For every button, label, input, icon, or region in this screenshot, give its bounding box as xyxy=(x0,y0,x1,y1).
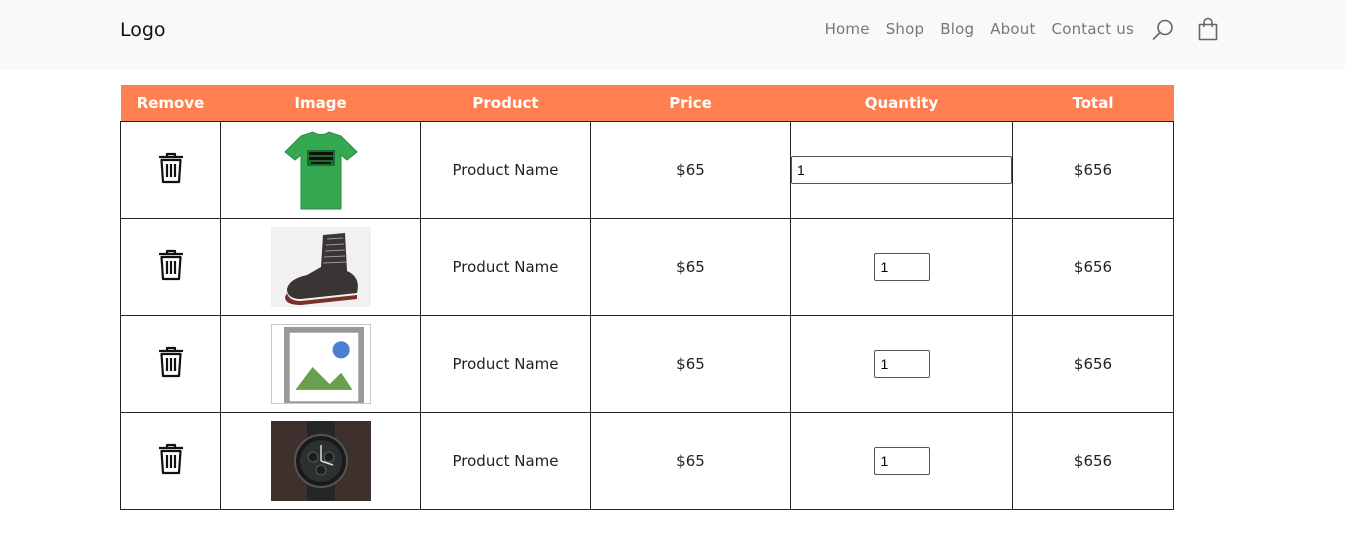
quantity-cell xyxy=(790,120,1013,219)
broken-image[interactable] xyxy=(270,323,371,404)
table-row: Product Name $65 $656 xyxy=(120,217,1174,316)
header-total: Total xyxy=(1012,85,1174,121)
header-product: Product xyxy=(420,85,591,121)
product-name[interactable]: Product Name xyxy=(420,120,591,219)
header-image: Image xyxy=(220,85,421,121)
logo[interactable]: Logo xyxy=(120,19,166,41)
image-cell xyxy=(220,120,421,219)
product-image-green-tshirt[interactable] xyxy=(270,129,371,210)
product-image-wristwatch[interactable] xyxy=(270,420,371,501)
product-name[interactable]: Product Name xyxy=(420,411,591,510)
nav-link-home[interactable]: Home xyxy=(825,20,870,38)
quantity-cell xyxy=(790,217,1013,316)
price: $65 xyxy=(590,411,791,510)
total: $656 xyxy=(1012,120,1174,219)
shopping-bag-icon[interactable] xyxy=(1196,17,1220,41)
trash-icon[interactable] xyxy=(157,249,185,281)
product-image-boot[interactable] xyxy=(270,226,371,307)
table-row: Product Name $65 $656 xyxy=(120,411,1174,510)
trash-icon[interactable] xyxy=(157,443,185,475)
quantity-input[interactable] xyxy=(791,155,1012,184)
image-cell xyxy=(220,217,421,316)
price: $65 xyxy=(590,217,791,316)
remove-cell xyxy=(120,314,221,413)
trash-icon[interactable] xyxy=(157,152,185,184)
nav-link-about[interactable]: About xyxy=(990,20,1035,38)
image-cell xyxy=(220,411,421,510)
navbar: Logo Home Shop Blog About Contact us xyxy=(0,0,1345,70)
total: $656 xyxy=(1012,314,1174,413)
product-name[interactable]: Product Name xyxy=(420,314,591,413)
nav-link-contact[interactable]: Contact us xyxy=(1052,20,1134,38)
remove-cell xyxy=(120,120,221,219)
total: $656 xyxy=(1012,411,1174,510)
image-cell xyxy=(220,314,421,413)
table-row: Product Name $65 $656 xyxy=(120,314,1174,413)
quantity-cell xyxy=(790,314,1013,413)
nav-link-shop[interactable]: Shop xyxy=(886,20,925,38)
table-header-row: Remove Image Product Price Quantity Tota… xyxy=(120,85,1174,121)
price: $65 xyxy=(590,120,791,219)
trash-icon[interactable] xyxy=(157,346,185,378)
quantity-cell xyxy=(790,411,1013,510)
remove-cell xyxy=(120,217,221,316)
total: $656 xyxy=(1012,217,1174,316)
product-name[interactable]: Product Name xyxy=(420,217,591,316)
header-price: Price xyxy=(590,85,791,121)
cart-table: Remove Image Product Price Quantity Tota… xyxy=(120,85,1174,510)
table-row: Product Name $65 $656 xyxy=(120,120,1174,219)
quantity-input[interactable] xyxy=(873,252,930,281)
header-quantity: Quantity xyxy=(790,85,1013,121)
search-icon[interactable] xyxy=(1151,18,1175,42)
broken-image-icon xyxy=(283,326,364,403)
quantity-input[interactable] xyxy=(873,349,930,378)
remove-cell xyxy=(120,411,221,510)
price: $65 xyxy=(590,314,791,413)
quantity-input[interactable] xyxy=(873,446,930,475)
header-remove: Remove xyxy=(120,85,221,121)
nav-link-blog[interactable]: Blog xyxy=(940,20,974,38)
nav-links: Home Shop Blog About Contact us xyxy=(825,18,1134,40)
